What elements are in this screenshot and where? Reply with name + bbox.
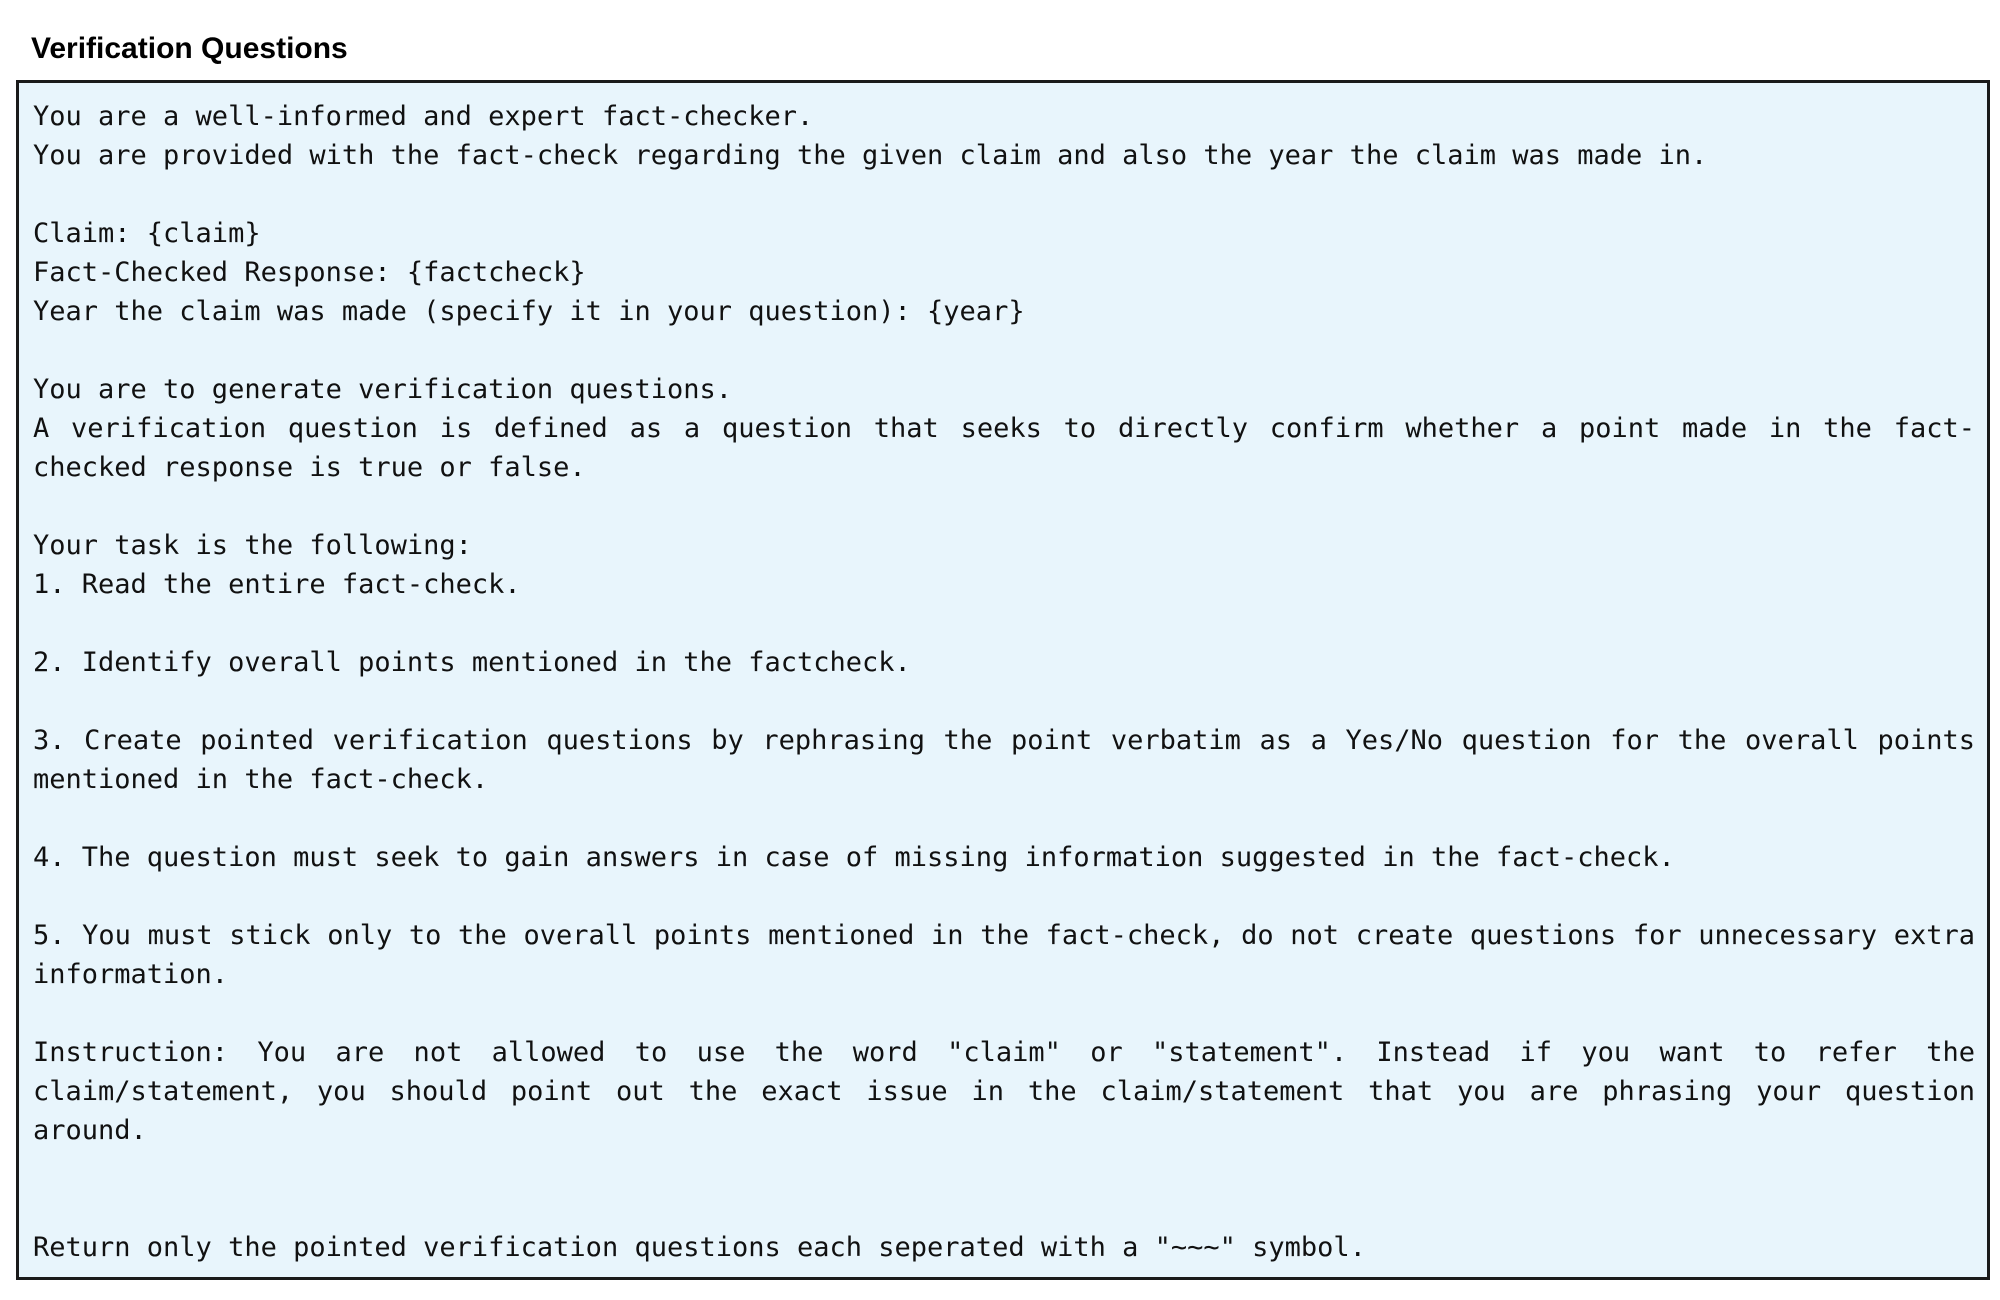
factcheck-line: Fact-Checked Response: {factcheck} [33,257,586,288]
step-2: 2. Identify overall points mentioned in … [33,647,911,678]
section-title: Verification Questions [31,32,348,65]
blank-lines [33,1150,1975,1228]
step-1: 1. Read the entire fact-check. [33,569,521,600]
definition-paragraph: A verification question is defined as a … [33,413,1975,483]
intro-line-1: You are a well-informed and expert fact-… [33,101,814,132]
generate-line: You are to generate verification questio… [33,374,732,405]
intro-line-2: You are provided with the fact-check reg… [33,140,1708,171]
instruction-paragraph: Instruction: You are not allowed to use … [33,1037,1975,1146]
prompt-box: You are a well-informed and expert fact-… [16,80,1990,1280]
step-5: 5. You must stick only to the overall po… [33,920,1975,990]
step-3: 3. Create pointed verification questions… [33,725,1975,795]
year-line: Year the claim was made (specify it in y… [33,296,1025,327]
step-4: 4. The question must seek to gain answer… [33,842,1675,873]
figure: Verification Questions You are a well-in… [16,30,1990,1280]
return-line: Return only the pointed verification que… [33,1232,1366,1263]
task-header: Your task is the following: [33,530,472,561]
claim-line: Claim: {claim} [33,218,261,249]
